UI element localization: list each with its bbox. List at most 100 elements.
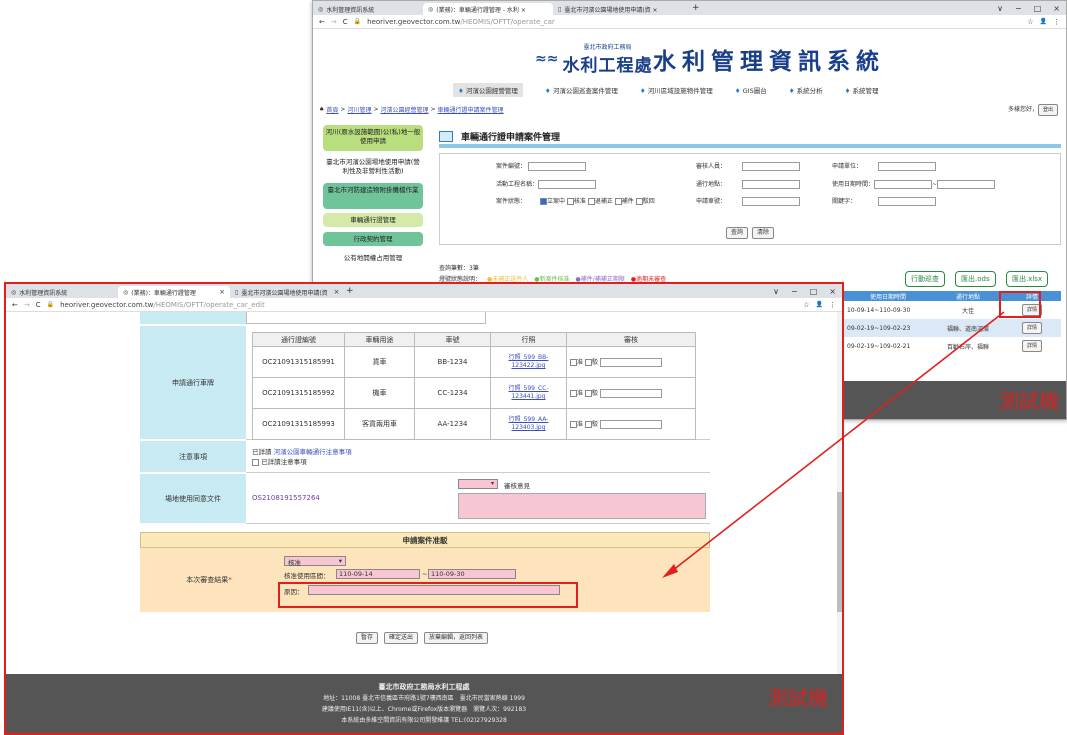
status-checkbox-3[interactable]: [614, 198, 622, 205]
nav-item-analysis[interactable]: ♦ 系統分析: [789, 85, 823, 95]
reload-icon[interactable]: C: [343, 18, 348, 26]
back-tab-3[interactable]: ▯ 臺北市河濱公園場地使用申請(資 ×: [553, 3, 688, 15]
side-menu-stall[interactable]: 臺北市河防建造物附掛攤檔作業: [323, 183, 423, 209]
case-no-input[interactable]: [528, 162, 587, 171]
breadcrumb-river[interactable]: 河川管理: [347, 105, 371, 114]
side-menu-public-land[interactable]: 河川(原水設施範圍)公(私)地一般使用申請: [323, 125, 423, 151]
back-arrow-icon[interactable]: ←: [12, 301, 18, 309]
back-tab-1[interactable]: ◎ 水利管理資訊系統: [313, 3, 423, 15]
front-tab-2[interactable]: ◎ (業務)：車輛通行證管理 ×: [118, 286, 230, 298]
breadcrumb-park[interactable]: 河濱公園經營管理: [380, 105, 428, 114]
export-ods-button[interactable]: 匯出.ods: [955, 271, 996, 287]
nav-item-system[interactable]: ♦ 系統管理: [845, 85, 879, 95]
license-file-link[interactable]: 行照_599_CC-123441.jpg: [509, 385, 549, 400]
side-menu-vehicle[interactable]: 車輛通行證管理: [323, 213, 423, 227]
detail-button[interactable]: 詳情: [1021, 340, 1042, 352]
chevron-down-icon[interactable]: ∨: [997, 4, 1003, 13]
globe-icon: ◎: [11, 288, 17, 296]
breadcrumb-current[interactable]: 車輛通行證申請案件管理: [438, 105, 504, 114]
place-input[interactable]: [742, 180, 801, 189]
scrollbar-thumb[interactable]: [837, 492, 842, 612]
back-url[interactable]: heoriver.geovector.com.tw/HEOMIS/OFTT/op…: [367, 18, 555, 26]
front-tab-1[interactable]: ◎ 水利管理資訊系統: [6, 286, 118, 298]
export-xlsx-button[interactable]: 匯出.xlsx: [1006, 271, 1049, 287]
activity-input[interactable]: [538, 180, 597, 189]
prev-textarea-bottom[interactable]: [246, 312, 486, 324]
period-end-input[interactable]: 110-09-30: [428, 569, 516, 579]
mobile-patrol-button[interactable]: 行動巡查: [905, 271, 945, 287]
back-arrow-icon[interactable]: ←: [319, 18, 325, 26]
plate-input[interactable]: [742, 197, 801, 206]
back-to-list-button[interactable]: 放棄編輯，返回列表: [424, 632, 489, 644]
menu-icon[interactable]: ⋮: [1053, 18, 1060, 26]
close-button[interactable]: ×: [829, 287, 836, 296]
status-checkbox-4[interactable]: [635, 198, 643, 205]
new-tab-button[interactable]: +: [692, 3, 700, 13]
clear-button[interactable]: 清除: [752, 227, 775, 239]
reviewer-input[interactable]: [742, 162, 801, 171]
back-tab-2[interactable]: ◎ (業務)：車輛通行證管理 - 水利 ×: [423, 3, 553, 15]
front-url[interactable]: heoriver.geovector.com.tw/HEOMIS/OFTT/op…: [60, 301, 265, 309]
review-opinion-textarea[interactable]: [458, 493, 706, 519]
license-file-link[interactable]: 行照_599_AA-123403.jpg: [509, 416, 549, 431]
minimize-button[interactable]: −: [1015, 4, 1022, 13]
breadcrumb-home[interactable]: 首頁: [326, 105, 338, 114]
reject-checkbox[interactable]: [584, 359, 592, 366]
minimize-button[interactable]: −: [791, 287, 798, 296]
front-tab-3[interactable]: ▯ 臺北市河濱公園場地使用申請(資 ×: [230, 286, 342, 298]
nav-item-facilities[interactable]: ♦ 河川區域設施物件管理: [640, 85, 713, 95]
review-note-input[interactable]: [599, 420, 662, 429]
save-draft-button[interactable]: 暫存: [356, 632, 379, 644]
close-button[interactable]: ×: [1053, 4, 1060, 13]
chevron-down-icon[interactable]: ∨: [773, 287, 779, 296]
maximize-button[interactable]: □: [1034, 4, 1042, 13]
date-start-input[interactable]: [874, 180, 933, 189]
nav-item-gis[interactable]: ♦ GIS圖台: [735, 85, 767, 95]
keyword-input[interactable]: [878, 197, 937, 206]
forward-arrow-icon[interactable]: →: [331, 18, 337, 26]
scrollbar[interactable]: [837, 312, 842, 686]
review-select[interactable]: ▾: [458, 479, 498, 489]
star-icon[interactable]: ☆: [1027, 18, 1033, 26]
review-note-input[interactable]: [599, 389, 662, 398]
result-select[interactable]: 核准 ▾: [284, 556, 346, 567]
submit-button[interactable]: 確定送出: [384, 632, 419, 644]
approve-checkbox[interactable]: [570, 390, 577, 397]
new-tab-button[interactable]: +: [346, 286, 354, 296]
maximize-button[interactable]: □: [810, 287, 818, 296]
status-checkbox-2[interactable]: [587, 198, 595, 205]
review-opinion-label: 審核意見: [504, 482, 530, 490]
logout-button[interactable]: 登出: [1037, 104, 1058, 116]
license-file-link[interactable]: 行照_599_BB-123422.jpg: [509, 354, 549, 369]
notice-link[interactable]: 河濱公園車輛通行注意事項: [274, 448, 352, 456]
profile-icon[interactable]: 👤: [816, 301, 823, 308]
reload-icon[interactable]: C: [36, 301, 41, 309]
nav-item-park-mgmt[interactable]: ♦ 河濱公園經營管理: [453, 83, 523, 97]
close-tab-icon[interactable]: ×: [328, 288, 340, 296]
close-tab-icon[interactable]: ×: [213, 288, 225, 296]
nav-item-patrol[interactable]: ♦ 河濱公園巡查案件管理: [545, 85, 618, 95]
venue-doc-link[interactable]: OS2108191557264: [252, 494, 320, 502]
approve-checkbox[interactable]: [570, 359, 577, 366]
reject-checkbox[interactable]: [584, 421, 592, 428]
menu-icon[interactable]: ⋮: [829, 301, 836, 309]
forward-arrow-icon[interactable]: →: [24, 301, 30, 309]
period-start-input[interactable]: 110-09-14: [336, 569, 420, 579]
side-menu-occupancy[interactable]: 公有地開權占用管理: [323, 251, 423, 265]
side-menu-contract[interactable]: 行政契約管理: [323, 232, 423, 246]
side-menu-park-venue[interactable]: 臺北市河濱公園場地使用申請(營利性及非營利性活動): [323, 155, 423, 179]
star-icon[interactable]: ☆: [803, 301, 809, 309]
profile-icon[interactable]: 👤: [1040, 18, 1047, 25]
reject-checkbox[interactable]: [584, 390, 592, 397]
query-button[interactable]: 查詢: [726, 227, 749, 239]
status-checkbox-0[interactable]: [539, 198, 547, 205]
applicant-input[interactable]: [878, 162, 937, 171]
form-buttons: 暫存 確定送出 放棄編輯，返回列表: [356, 632, 489, 644]
review-note-input[interactable]: [599, 358, 662, 367]
status-checkbox-1[interactable]: [566, 198, 574, 205]
detail-button[interactable]: 詳情: [1021, 322, 1042, 334]
globe-icon: ◎: [428, 5, 434, 13]
notice-checkbox[interactable]: [252, 458, 259, 466]
approve-checkbox[interactable]: [570, 421, 577, 428]
date-end-input[interactable]: [937, 180, 996, 189]
